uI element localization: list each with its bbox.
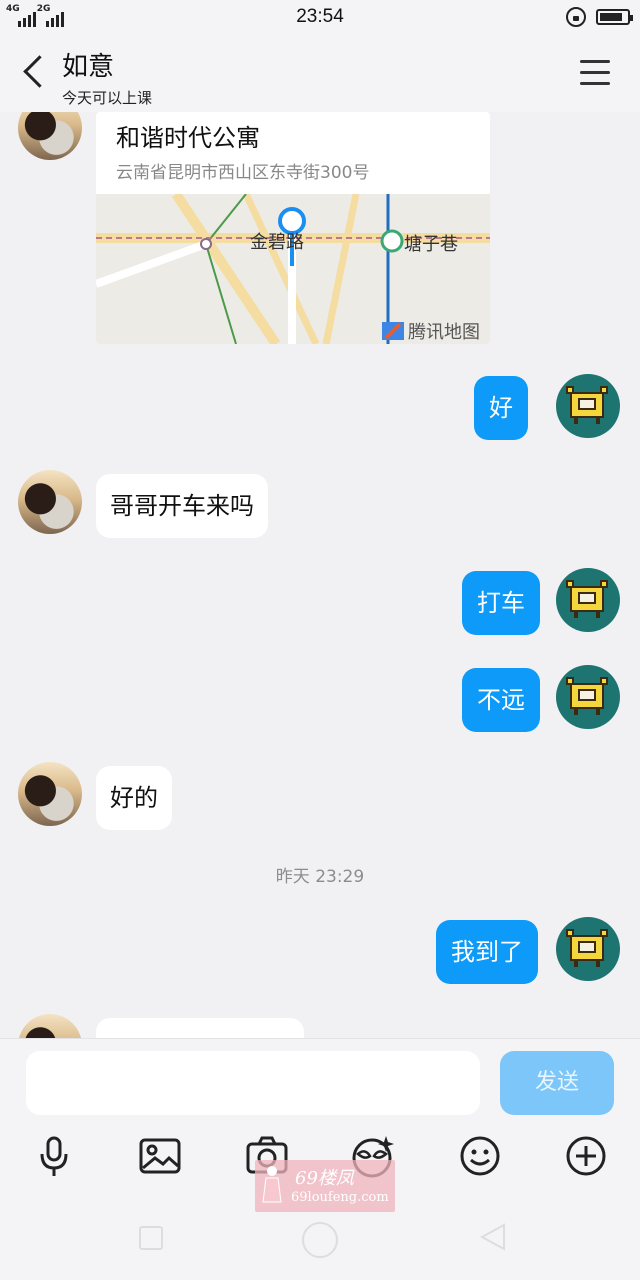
message-bubble-out[interactable]: 好 <box>474 376 528 440</box>
avatar-self[interactable] <box>556 568 620 632</box>
battery-icon <box>596 9 633 25</box>
map-label-lane: 塘子巷 <box>404 234 458 255</box>
clock: 23:54 <box>296 6 344 27</box>
message-bubble-in[interactable] <box>96 1018 304 1038</box>
image-icon[interactable] <box>138 1134 182 1178</box>
avatar[interactable] <box>18 112 82 160</box>
message-bubble-out[interactable]: 不远 <box>462 668 540 732</box>
watermark: 69楼凤 69loufeng.com <box>255 1160 395 1212</box>
chat-area[interactable]: 和谐时代公寓 云南省昆明市西山区东寺街300号 金碧路 塘子巷 腾讯地图 好 哥… <box>0 112 640 1038</box>
contact-status: 今天可以上课 <box>62 89 153 107</box>
map-preview: 金碧路 塘子巷 腾讯地图 <box>96 191 490 344</box>
home-button[interactable] <box>302 1222 338 1258</box>
avatar-self[interactable] <box>556 917 620 981</box>
message-bubble-out[interactable]: 我到了 <box>436 920 538 984</box>
message-bubble-out[interactable]: 打车 <box>462 571 540 635</box>
nav-back-icon[interactable] <box>478 1222 508 1252</box>
watermark-title: 69楼凤 <box>295 1168 354 1189</box>
watermark-url: 69loufeng.com <box>291 1190 389 1205</box>
back-button[interactable] <box>18 54 50 90</box>
rotation-lock-icon <box>566 7 586 27</box>
message-bubble-in[interactable]: 好的 <box>96 766 172 830</box>
message-bubble-in[interactable]: 哥哥开车来吗 <box>96 474 268 538</box>
avatar-self[interactable] <box>556 665 620 729</box>
status-bar: 4G 2G 23:54 <box>0 0 640 34</box>
emoji-icon[interactable] <box>458 1134 502 1178</box>
microphone-icon[interactable] <box>32 1134 76 1178</box>
avatar[interactable] <box>18 470 82 534</box>
map-brand: 腾讯地图 <box>408 322 480 343</box>
location-name: 和谐时代公寓 <box>116 124 260 152</box>
location-card[interactable]: 和谐时代公寓 云南省昆明市西山区东寺街300号 金碧路 塘子巷 腾讯地图 <box>96 112 490 344</box>
map-label-street: 金碧路 <box>250 232 304 253</box>
contact-name: 如意 <box>62 52 115 82</box>
input-bar: 发送 <box>0 1038 640 1126</box>
battery-fill <box>600 13 622 21</box>
avatar-self[interactable] <box>556 374 620 438</box>
menu-icon[interactable] <box>580 60 610 86</box>
chat-header: 如意 今天可以上课 <box>0 34 640 112</box>
plus-icon[interactable] <box>564 1134 608 1178</box>
message-input[interactable] <box>26 1051 480 1115</box>
send-button[interactable]: 发送 <box>500 1051 614 1115</box>
timestamp: 昨天 23:29 <box>275 867 365 887</box>
avatar[interactable] <box>18 1014 82 1038</box>
recents-button[interactable] <box>139 1226 163 1250</box>
avatar[interactable] <box>18 762 82 826</box>
location-address: 云南省昆明市西山区东寺街300号 <box>116 163 370 183</box>
watermark-figure-icon <box>262 1166 282 1203</box>
